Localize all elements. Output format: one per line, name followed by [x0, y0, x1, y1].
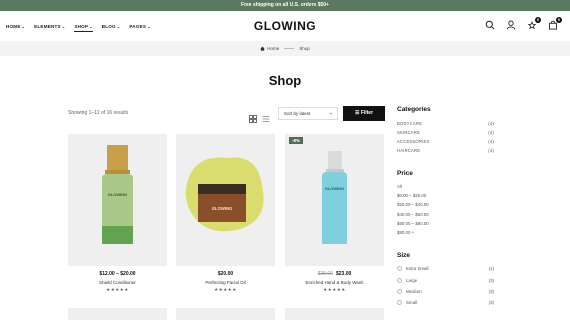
breadcrumb-home-label: Home	[267, 45, 280, 51]
page-title: Shop	[268, 73, 302, 88]
product-image-enriched-hand-body-wash[interactable]: GLOWING -8%	[285, 134, 384, 266]
sale-badge: -8%	[289, 137, 304, 144]
product-rating: ★★★★★	[106, 287, 129, 292]
size-count: (1)	[488, 266, 494, 271]
jar-label: GLOWING	[212, 206, 232, 211]
product-rating: ★★★★★	[214, 287, 237, 292]
size-count: (3)	[488, 300, 494, 305]
grid-view-icon[interactable]	[249, 110, 257, 123]
product-name[interactable]: Perfecting Facial Oil	[176, 280, 275, 285]
chevron-down-icon: ⌄	[328, 110, 333, 116]
size-filter-medium[interactable]: Medium (3)	[397, 289, 494, 295]
product-image-shield-conditioner[interactable]: GLOWING	[68, 134, 167, 266]
bottle-label: GLOWING	[108, 192, 128, 197]
category-accessories[interactable]: ACCESSORIES (4)	[397, 139, 494, 144]
radio-button[interactable]	[397, 289, 402, 295]
price-filter-60-80[interactable]: $60.00 – $80.00	[397, 221, 429, 226]
category-label: BODYCARE	[397, 121, 423, 126]
category-bodycare[interactable]: BODYCARE (4)	[397, 121, 494, 126]
product-name[interactable]: Shield Conditioner	[68, 280, 167, 285]
size-filter-large[interactable]: Large (3)	[397, 278, 494, 284]
list-view-icon[interactable]	[262, 110, 270, 122]
radio-button[interactable]	[397, 266, 402, 272]
size-label: Small	[406, 300, 417, 305]
categories-heading: Categories	[397, 106, 431, 113]
home-icon	[260, 46, 265, 51]
wishlist-icon[interactable]: 0	[527, 17, 541, 30]
sort-select[interactable]: Sort by latest ⌄	[278, 107, 338, 120]
size-count: (3)	[488, 278, 494, 283]
category-skincare[interactable]: SKINCARE (4)	[397, 130, 494, 135]
product-price: $25.00 $23.00	[285, 271, 384, 277]
category-count: (4)	[488, 148, 494, 153]
size-label: Medium	[406, 289, 422, 294]
search-icon[interactable]	[485, 20, 495, 30]
size-filter-extra-small[interactable]: Extra Small (1)	[397, 266, 494, 272]
result-count: Showing 1–12 of 16 results	[68, 110, 129, 116]
category-count: (4)	[488, 121, 494, 126]
category-label: HAIRCARE	[397, 148, 421, 153]
category-haircare[interactable]: HAIRCARE (4)	[397, 148, 494, 153]
product-rating: ★★★★★	[323, 287, 346, 292]
header-actions: 0 0	[485, 17, 562, 30]
product-old-price: $25.00	[317, 271, 333, 277]
product-image-row2[interactable]	[176, 308, 275, 320]
radio-button[interactable]	[397, 300, 402, 306]
size-label: Large	[406, 278, 418, 283]
site-header: HOME⌄ ELEMENTS⌄ SHOP⌄ BLOG⌄ PAGES⌄ GLOWI…	[0, 11, 570, 41]
announcement-bar: Free shipping on all U.S. orders $50+	[0, 0, 570, 11]
price-filter-40-60[interactable]: $40.00 – $60.00	[397, 212, 429, 217]
price-filter-all[interactable]: All	[397, 184, 402, 189]
product-image-row2[interactable]	[68, 308, 167, 320]
product-price: $20.00	[217, 271, 234, 277]
price-heading: Price	[397, 170, 413, 177]
user-icon[interactable]	[506, 20, 516, 30]
product-price: $12.00 – $20.00	[99, 271, 136, 277]
size-count: (3)	[488, 289, 494, 294]
price-filter-0-20[interactable]: $0.00 – $20.00	[397, 193, 426, 198]
bottle-label: GLOWING	[325, 186, 345, 191]
product-image-perfecting-facial-oil[interactable]: GLOWING	[176, 134, 275, 266]
product-name[interactable]: Enriched Hand & Body Wash	[285, 280, 384, 285]
cart-count-badge: 0	[556, 17, 562, 23]
breadcrumb-separator	[284, 48, 295, 49]
size-filter-small[interactable]: Small (3)	[397, 300, 494, 306]
size-heading: Size	[397, 252, 411, 259]
category-count: (4)	[488, 130, 494, 135]
size-label: Extra Small	[406, 266, 429, 271]
category-label: ACCESSORIES	[397, 139, 430, 144]
filter-button-label: Filter	[360, 110, 374, 116]
price-filter-20-40[interactable]: $20.00 – $40.00	[397, 202, 429, 207]
wishlist-count-badge: 0	[535, 17, 541, 23]
product-image-row2[interactable]	[285, 308, 384, 320]
price-filter-80-plus[interactable]: $80.00 +	[397, 230, 414, 235]
radio-button[interactable]	[397, 278, 402, 284]
product-sale-price: $23.00	[336, 271, 352, 277]
breadcrumb-current: Shop	[299, 46, 310, 51]
filter-button[interactable]: ☰ Filter	[343, 106, 385, 121]
sort-select-value: Sort by latest	[284, 111, 311, 116]
category-count: (4)	[488, 139, 494, 144]
breadcrumb-home[interactable]: Home	[260, 46, 279, 51]
breadcrumb: Home Shop	[0, 41, 570, 56]
category-label: SKINCARE	[397, 130, 421, 135]
cart-icon[interactable]: 0	[548, 17, 562, 30]
